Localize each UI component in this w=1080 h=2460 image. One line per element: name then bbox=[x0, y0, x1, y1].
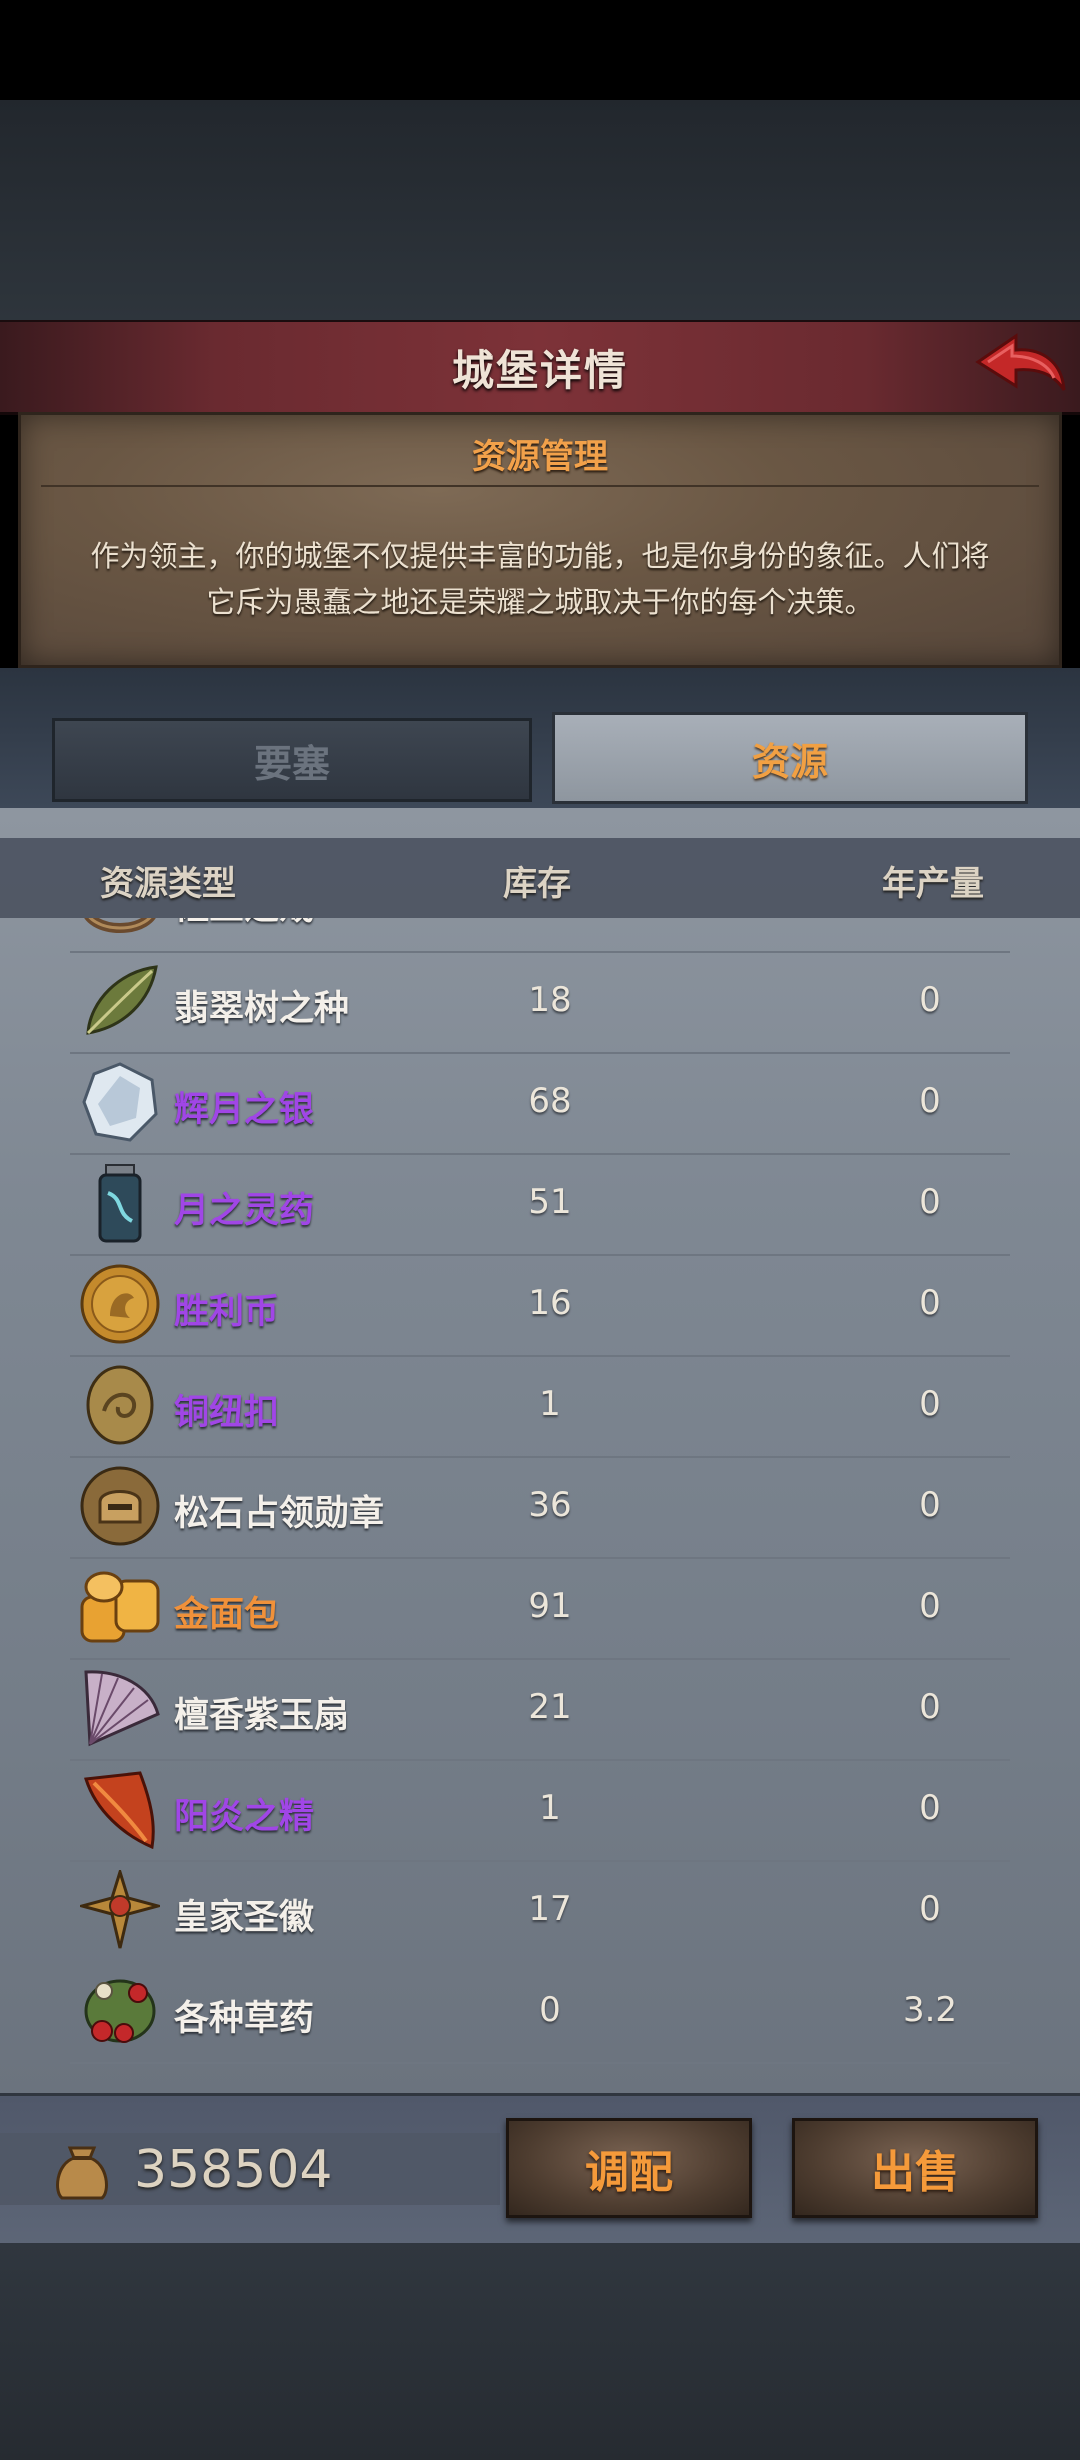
resource-stock: 91 bbox=[528, 1586, 572, 1626]
info-line-1: 作为领主，你的城堡不仅提供丰富的功能，也是你身份的象征。人们将 bbox=[90, 539, 990, 573]
status-bar bbox=[0, 0, 1080, 100]
gold-coin-icon bbox=[80, 1264, 160, 1344]
folding-fan-icon bbox=[84, 1670, 160, 1747]
resource-name: 佐业之戒 bbox=[174, 918, 314, 930]
bottom-background bbox=[0, 2243, 1080, 2460]
resource-name: 松石占领勋章 bbox=[174, 1494, 385, 1534]
resource-stock: 0 bbox=[539, 1990, 561, 2030]
sell-button[interactable]: 出售 bbox=[792, 2118, 1038, 2218]
table-row[interactable]: 松石占领勋章 36 0 bbox=[70, 1456, 1010, 1559]
flame-shard-icon bbox=[84, 1771, 155, 1849]
top-background bbox=[0, 100, 1080, 320]
resource-stock: 15 bbox=[490, 918, 610, 919]
divider bbox=[41, 485, 1039, 487]
gold-amount: 358504 bbox=[134, 2140, 333, 2200]
resource-production: 0 bbox=[919, 1687, 941, 1727]
resource-stock: 36 bbox=[528, 1485, 572, 1525]
resource-name: 皇家圣徽 bbox=[174, 1898, 315, 1938]
allocate-button[interactable]: 调配 bbox=[506, 2118, 752, 2218]
table-row[interactable]: 金面包 91 0 bbox=[70, 1557, 1010, 1660]
table-row[interactable]: 辉月之银 68 0 bbox=[70, 1052, 1010, 1155]
header-resource-type[interactable]: 资源类型 bbox=[100, 856, 236, 905]
leaf-seed-icon bbox=[86, 965, 158, 1035]
tab-resources[interactable]: 资源 bbox=[552, 712, 1028, 804]
table-row[interactable]: 翡翠树之种 18 0 bbox=[70, 951, 1010, 1054]
table-row[interactable]: 月之灵药 51 0 bbox=[70, 1153, 1010, 1256]
resource-list[interactable]: 佐业之戒 15 0 翡翠树之种 18 0 辉月之银 68 0 月之灵药 51 0 bbox=[0, 918, 1080, 2090]
resource-name: 胜利币 bbox=[174, 1292, 280, 1332]
resource-name: 阳炎之精 bbox=[174, 1797, 315, 1837]
resource-stock: 1 bbox=[539, 1384, 561, 1424]
header-production: 年产量 bbox=[882, 864, 984, 904]
herbs-berries-icon bbox=[84, 1979, 156, 2043]
ring-icon bbox=[84, 918, 156, 933]
table-row[interactable]: 铜纽扣 1 0 bbox=[70, 1355, 1010, 1458]
resource-management-panel: 资源管理 作为领主，你的城堡不仅提供丰富的功能，也是你身份的象征。人们将 它斥为… bbox=[18, 412, 1062, 668]
potion-vial-icon bbox=[98, 1164, 142, 1243]
resource-production: 0 bbox=[919, 1485, 941, 1525]
resource-stock: 51 bbox=[528, 1182, 572, 1222]
info-description: 作为领主，你的城堡不仅提供丰富的功能，也是你身份的象征。人们将 它斥为愚蠢之地还… bbox=[61, 533, 1019, 625]
tab-fortress[interactable]: 要塞 bbox=[52, 718, 532, 802]
resource-production: 0 bbox=[919, 980, 941, 1020]
resource-production: 0 bbox=[919, 1889, 941, 1929]
resource-name: 月之灵药 bbox=[174, 1191, 315, 1231]
resource-name: 金面包 bbox=[174, 1595, 280, 1635]
header-stock: 库存 bbox=[503, 864, 571, 904]
table-row[interactable]: 阳炎之精 1 0 bbox=[70, 1759, 1010, 1862]
resource-production: 0 bbox=[919, 1788, 941, 1828]
silver-crystal-icon bbox=[82, 1062, 158, 1142]
resource-stock: 16 bbox=[528, 1283, 572, 1323]
resource-name: 翡翠树之种 bbox=[174, 989, 350, 1029]
resource-stock: 17 bbox=[528, 1889, 572, 1929]
table-row[interactable]: 胜利币 16 0 bbox=[70, 1254, 1010, 1357]
back-arrow-icon[interactable] bbox=[970, 328, 1070, 406]
resource-production: 0 bbox=[870, 918, 990, 919]
resource-production: 0 bbox=[919, 1384, 941, 1424]
resource-production: 0 bbox=[919, 1586, 941, 1626]
table-row[interactable]: 佐业之戒 15 0 bbox=[70, 918, 1010, 953]
resource-stock: 18 bbox=[528, 980, 572, 1020]
gold-sack-icon bbox=[56, 2146, 108, 2200]
resource-production: 0 bbox=[919, 1081, 941, 1121]
resource-name: 铜纽扣 bbox=[174, 1393, 280, 1433]
resource-stock: 1 bbox=[539, 1788, 561, 1828]
info-line-2: 它斥为愚蠢之地还是荣耀之城取决于你的每个决策。 bbox=[206, 585, 874, 619]
resource-production: 3.2 bbox=[902, 1990, 958, 2030]
resource-stock: 21 bbox=[528, 1687, 572, 1727]
resource-name: 檀香紫玉扇 bbox=[174, 1696, 350, 1736]
copper-button-icon bbox=[86, 1365, 154, 1445]
resource-name: 各种草药 bbox=[174, 1999, 315, 2039]
title-bar: 城堡详情 bbox=[0, 320, 1080, 415]
royal-emblem-icon bbox=[80, 1870, 160, 1949]
resource-stock: 68 bbox=[528, 1081, 572, 1121]
resource-production: 0 bbox=[919, 1182, 941, 1222]
bread-icon bbox=[80, 1571, 160, 1643]
helmet-medal-icon bbox=[80, 1466, 160, 1546]
table-row[interactable]: 皇家圣徽 17 0 bbox=[70, 1860, 1010, 1963]
resource-production: 0 bbox=[919, 1283, 941, 1323]
table-row[interactable]: 檀香紫玉扇 21 0 bbox=[70, 1658, 1010, 1761]
page-title: 城堡详情 bbox=[451, 345, 628, 395]
table-row[interactable]: 各种草药 0 3.2 bbox=[70, 1961, 1010, 2064]
info-title: 资源管理 bbox=[472, 437, 608, 477]
resource-name: 辉月之银 bbox=[174, 1090, 315, 1130]
